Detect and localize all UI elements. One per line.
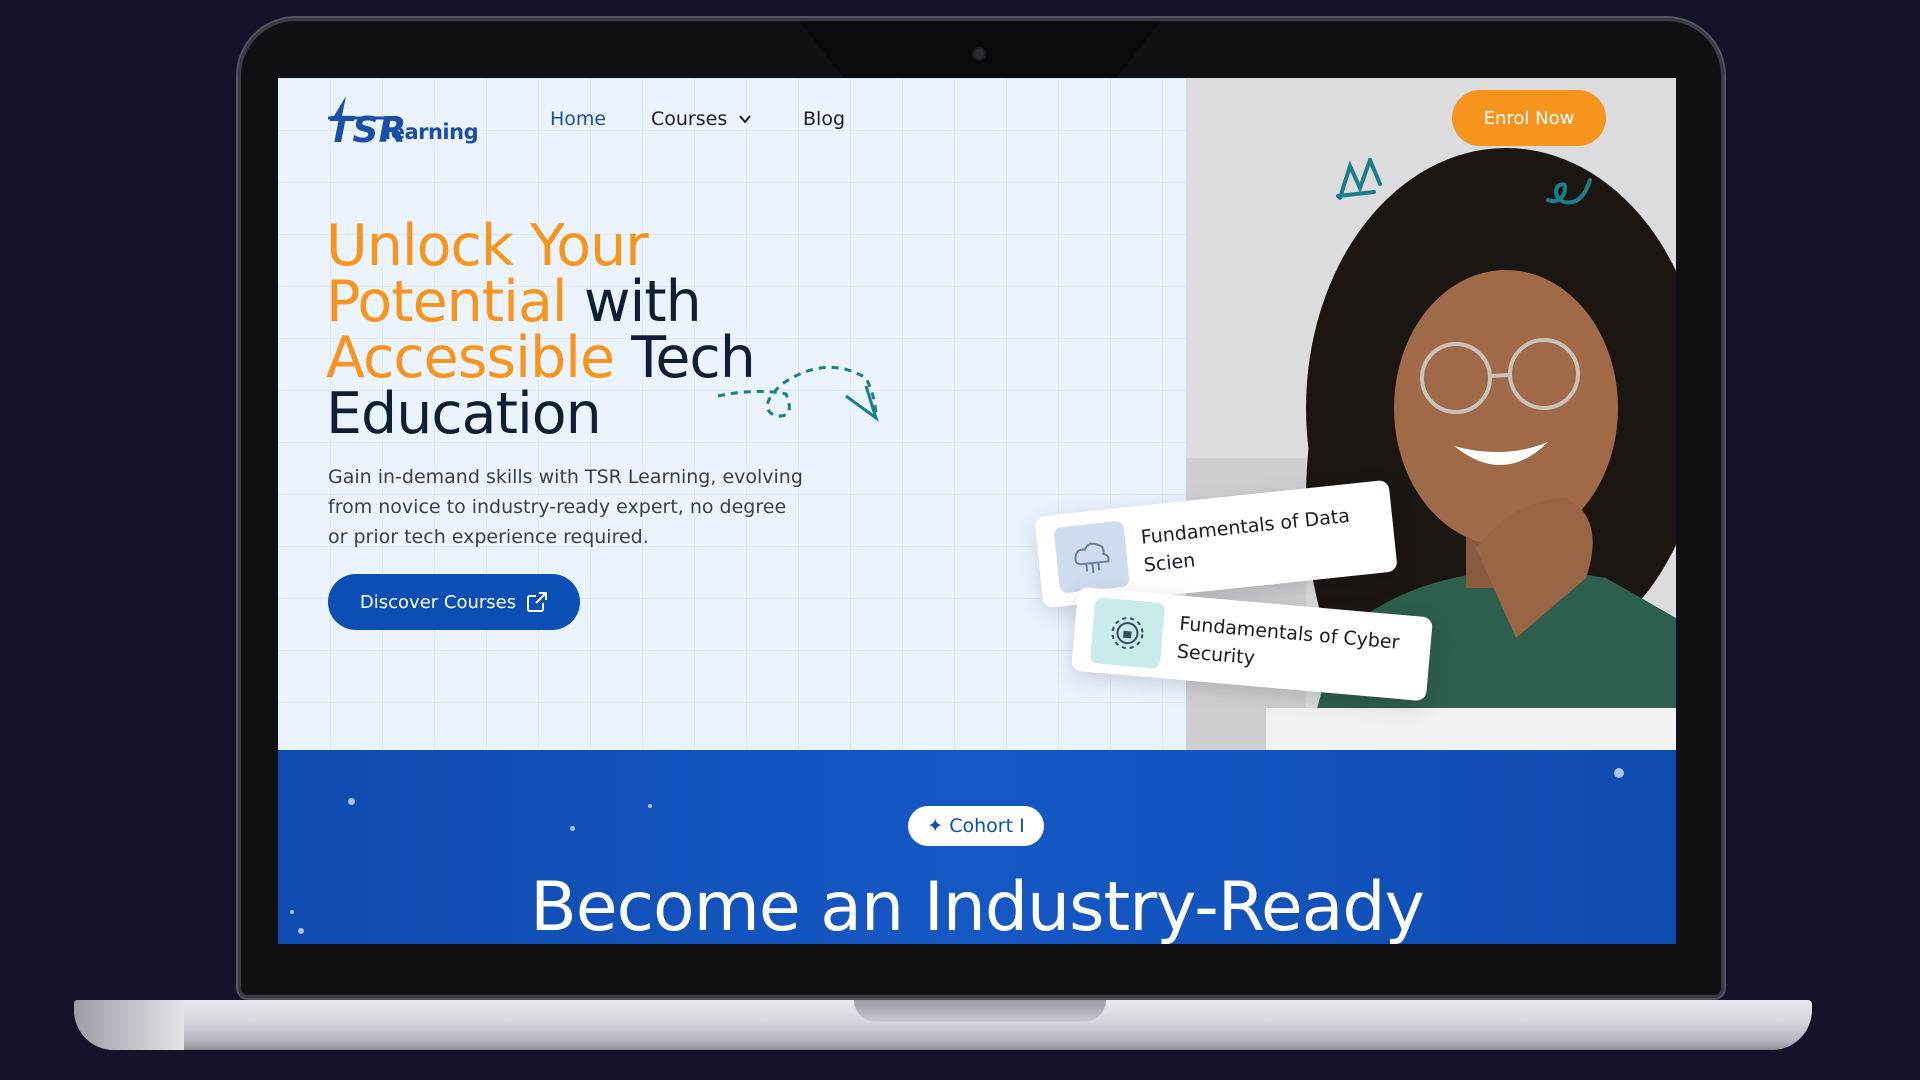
nav-blog-link[interactable]: Blog (803, 108, 845, 130)
dashed-arrow-icon (717, 365, 879, 422)
browser-screen: TSR learning Home Courses Blog Enrol Now… (278, 78, 1676, 944)
nav-courses-link[interactable]: Courses (651, 108, 727, 130)
logo-wordmark[interactable]: learning (384, 120, 479, 144)
scribble-swirl-icon (1546, 178, 1592, 205)
decor-dot (1614, 768, 1624, 778)
section-title: Become an Industry-Ready (530, 868, 1425, 944)
camera-icon (974, 49, 984, 59)
nav-home-link[interactable]: Home (550, 108, 606, 130)
decor-dot (570, 826, 575, 831)
laptop-base-shade (74, 1000, 184, 1050)
decor-dot (648, 804, 652, 808)
external-link-icon (527, 592, 548, 612)
scribble-m-icon (1336, 158, 1382, 200)
cohort-label: Cohort I (949, 815, 1025, 837)
decor-dot (348, 798, 355, 805)
course-card-title: Fundamentals of Data Scien (1139, 504, 1351, 577)
headline-part-6: Education (326, 381, 602, 447)
chevron-down-icon[interactable] (738, 112, 752, 126)
security-gear-icon (1089, 597, 1166, 670)
course-card-title: Fundamentals of Cyber Security (1176, 612, 1401, 670)
cohort-badge[interactable]: ✦ Cohort I (908, 806, 1044, 846)
hero-subtext: Gain in-demand skills with TSR Learning,… (328, 466, 803, 548)
enrol-now-button[interactable]: Enrol Now (1452, 90, 1606, 146)
cohort-section: ✦ Cohort I Become an Industry-Ready (278, 750, 1676, 944)
discover-courses-button[interactable]: Discover Courses (328, 574, 580, 630)
sparkle-icon: ✦ (927, 815, 944, 837)
discover-courses-label: Discover Courses (359, 591, 517, 613)
cloud-chip-icon (1053, 520, 1130, 594)
laptop-hinge (854, 1000, 1106, 1022)
